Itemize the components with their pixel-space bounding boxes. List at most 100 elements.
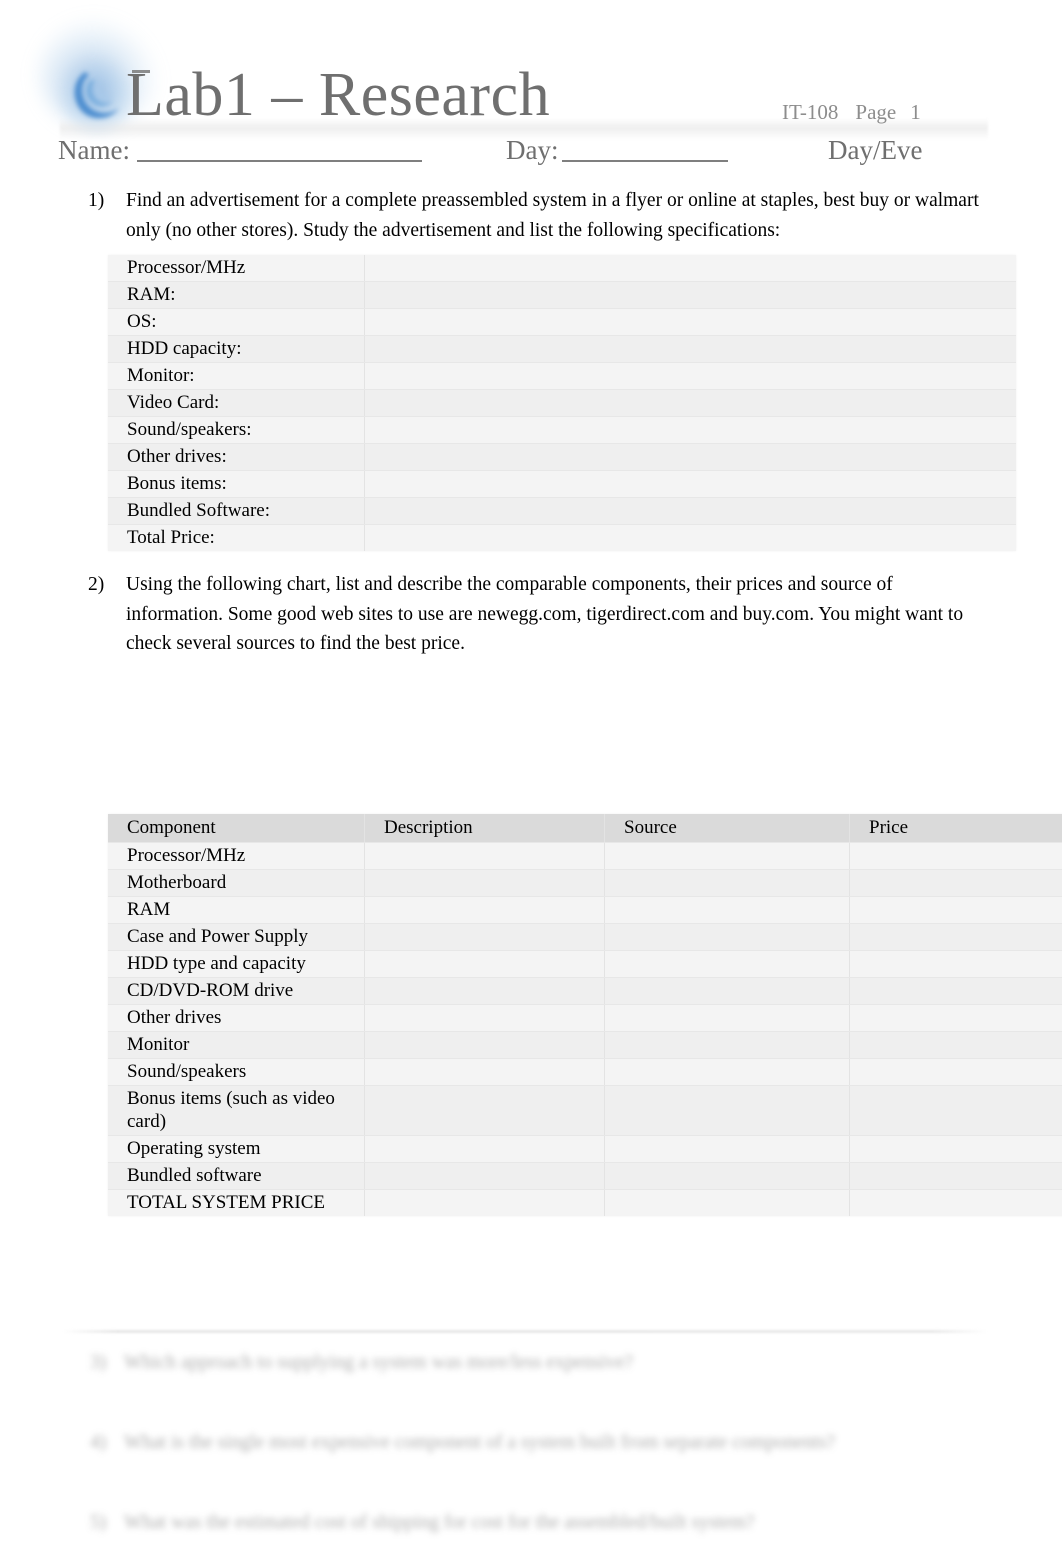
source-cell[interactable]: [604, 1031, 850, 1059]
description-cell[interactable]: [364, 1085, 605, 1136]
spec-label-cell: Processor/MHz: [108, 255, 365, 282]
question-2-text: Using the following chart, list and desc…: [126, 574, 964, 654]
question-1-text: Find an advertisement for a complete pre…: [126, 190, 979, 241]
price-cell[interactable]: [849, 977, 1062, 1005]
document-header: Lab1 – Research IT-108 Page 1 Name: Day: D…: [0, 0, 1062, 182]
description-cell[interactable]: [364, 896, 605, 924]
source-cell[interactable]: [604, 1004, 850, 1032]
spec-label-cell: Bonus items:: [108, 470, 365, 498]
price-cell[interactable]: [849, 1058, 1062, 1086]
price-cell[interactable]: [849, 1004, 1062, 1032]
table-row: Bundled software: [108, 1162, 1062, 1190]
description-cell[interactable]: [364, 950, 605, 978]
header-source: Source: [604, 814, 850, 843]
day-input-rule[interactable]: [562, 160, 728, 162]
description-cell[interactable]: [364, 842, 605, 870]
table-row: Monitor:: [108, 362, 1016, 390]
price-cell[interactable]: [849, 1162, 1062, 1190]
spec-label-cell: Monitor:: [108, 362, 365, 390]
table-row: CD/DVD-ROM drive: [108, 977, 1062, 1005]
table-row: Processor/MHz: [108, 842, 1062, 870]
spec-value-cell[interactable]: [364, 255, 1016, 282]
spec-value-cell[interactable]: [364, 470, 1016, 498]
description-cell[interactable]: [364, 1004, 605, 1032]
table-row: HDD capacity:: [108, 335, 1016, 363]
day-eve-label: Day/Eve: [828, 135, 923, 165]
table-row: Bonus items:: [108, 470, 1016, 498]
table-row: Operating system: [108, 1135, 1062, 1163]
question-3-text: Which approach to supplying a system was…: [124, 1352, 634, 1373]
component-cell: Bundled software: [108, 1162, 365, 1190]
price-cell[interactable]: [849, 869, 1062, 897]
question-4-faded: 4) What is the single most expensive comp…: [90, 1428, 835, 1457]
source-cell[interactable]: [604, 896, 850, 924]
component-cell: Processor/MHz: [108, 842, 365, 870]
course-code: IT-108: [782, 100, 839, 124]
component-cell: Operating system: [108, 1135, 365, 1163]
spec-value-cell[interactable]: [364, 308, 1016, 336]
table-row: Monitor: [108, 1031, 1062, 1059]
component-cell: Other drives: [108, 1004, 365, 1032]
question-3-faded: 3) Which approach to supplying a system w…: [90, 1348, 633, 1377]
source-cell[interactable]: [604, 950, 850, 978]
description-cell[interactable]: [364, 1189, 605, 1216]
price-cell[interactable]: [849, 1031, 1062, 1059]
source-cell[interactable]: [604, 1162, 850, 1190]
spec-value-cell[interactable]: [364, 389, 1016, 417]
header-price: Price: [849, 814, 1062, 843]
price-cell[interactable]: [849, 1085, 1062, 1136]
system-specifications-table: Processor/MHz RAM: OS: HDD capacity: Monitor…: [108, 255, 1016, 551]
spec-value-cell[interactable]: [364, 281, 1016, 309]
price-cell[interactable]: [849, 842, 1062, 870]
table-row: Sound/speakers:: [108, 416, 1016, 444]
description-cell[interactable]: [364, 869, 605, 897]
name-label: Name:: [58, 135, 130, 165]
price-cell[interactable]: [849, 1189, 1062, 1216]
spec-value-cell[interactable]: [364, 335, 1016, 363]
description-cell[interactable]: [364, 1058, 605, 1086]
question-4-text: What is the single most expensive compon…: [124, 1432, 836, 1453]
spec-value-cell[interactable]: [364, 497, 1016, 525]
page-label: Page: [855, 100, 897, 124]
table-row: RAM: [108, 896, 1062, 924]
source-cell[interactable]: [604, 1135, 850, 1163]
price-cell[interactable]: [849, 923, 1062, 951]
description-cell[interactable]: [364, 1031, 605, 1059]
source-cell[interactable]: [604, 1058, 850, 1086]
component-cell: Monitor: [108, 1031, 365, 1059]
day-label: Day:: [506, 135, 559, 165]
spec-value-cell[interactable]: [364, 416, 1016, 444]
name-input-rule[interactable]: [137, 160, 422, 162]
spec-label-cell: Video Card:: [108, 389, 365, 417]
table-row: Total Price:: [108, 524, 1016, 551]
table-row: TOTAL SYSTEM PRICE: [108, 1189, 1062, 1216]
spec-label-cell: Sound/speakers:: [108, 416, 365, 444]
question-1: 1) Find an advertisement for a complete …: [88, 186, 988, 245]
description-cell[interactable]: [364, 923, 605, 951]
spec-value-cell[interactable]: [364, 362, 1016, 390]
source-cell[interactable]: [604, 1085, 850, 1136]
table-header-row: Component Description Source Price: [108, 814, 1062, 843]
spec-value-cell[interactable]: [364, 524, 1016, 551]
source-cell[interactable]: [604, 923, 850, 951]
component-cell: HDD type and capacity: [108, 950, 365, 978]
identification-row: Name: Day: Day/Eve: [58, 135, 998, 169]
source-cell[interactable]: [604, 977, 850, 1005]
spec-value-cell[interactable]: [364, 443, 1016, 471]
table-row: Video Card:: [108, 389, 1016, 417]
source-cell[interactable]: [604, 842, 850, 870]
price-cell[interactable]: [849, 950, 1062, 978]
price-cell[interactable]: [849, 896, 1062, 924]
description-cell[interactable]: [364, 1162, 605, 1190]
source-cell[interactable]: [604, 869, 850, 897]
spec-label-cell: Bundled Software:: [108, 497, 365, 525]
table-row: Other drives: [108, 1004, 1062, 1032]
question-2: 2) Using the following chart, list and d…: [88, 570, 988, 659]
description-cell[interactable]: [364, 1135, 605, 1163]
source-cell[interactable]: [604, 1189, 850, 1216]
price-cell[interactable]: [849, 1135, 1062, 1163]
description-cell[interactable]: [364, 977, 605, 1005]
table-row: OS:: [108, 308, 1016, 336]
table-row: HDD type and capacity: [108, 950, 1062, 978]
table-row: Other drives:: [108, 443, 1016, 471]
